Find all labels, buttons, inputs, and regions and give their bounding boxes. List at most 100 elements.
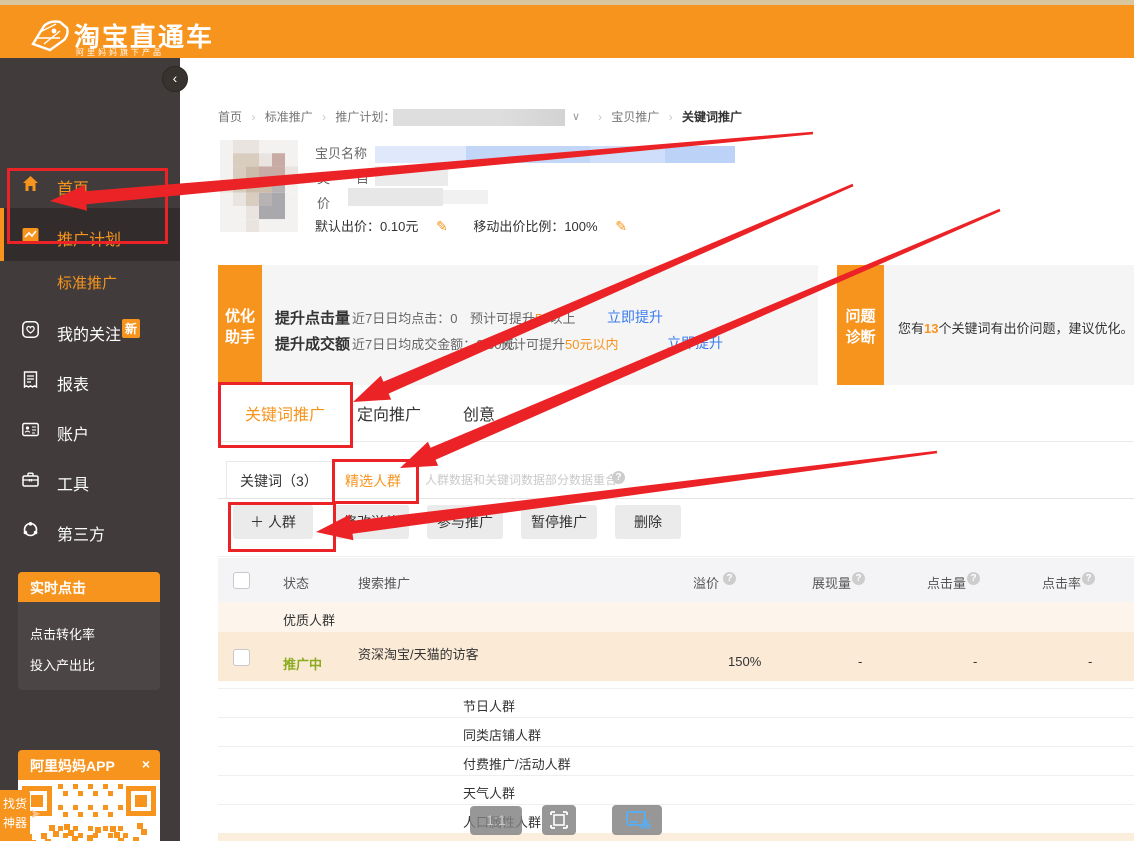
group-name: 付费推广/活动人群 xyxy=(463,754,571,773)
censored-product-name xyxy=(375,146,466,163)
select-all-checkbox[interactable] xyxy=(233,572,250,589)
group-row[interactable]: 同类店铺人群 xyxy=(218,717,1134,747)
col-status[interactable]: 状态 xyxy=(283,573,309,592)
app-panel-title: 阿里妈妈APP xyxy=(30,758,115,774)
sidebar-subitem-label: 标准推广 xyxy=(57,272,117,293)
product-name-label: 宝贝名称 xyxy=(315,143,367,162)
alimama-app-panel: 阿里妈妈APP × xyxy=(18,750,160,841)
diagnose-tab-line2: 诊断 xyxy=(837,326,884,347)
optimize-tab-line1: 优化 xyxy=(218,305,262,326)
group-name: 天气人群 xyxy=(463,783,515,802)
tab-creative[interactable]: 创意 xyxy=(463,401,495,425)
breadcrumb-separator-icon: › xyxy=(669,110,673,124)
breadcrumb-separator-icon: › xyxy=(251,110,255,124)
row-checkbox[interactable] xyxy=(233,649,250,666)
status-badge: 推广中 xyxy=(283,654,322,673)
goods-finder-tag[interactable]: 找货 神器 xyxy=(0,790,30,841)
sidebar-item-tools[interactable]: 工具 xyxy=(0,457,180,503)
censored-product-name xyxy=(466,146,590,163)
optimize-row1-desc: 近7日日均点击：0 xyxy=(352,308,457,327)
sidebar-item-thirdparty[interactable]: 第三方 xyxy=(0,507,180,553)
help-icon[interactable]: ? xyxy=(852,572,865,585)
help-icon[interactable]: ? xyxy=(612,471,625,484)
goods-finder-line2: 神器 xyxy=(0,814,30,833)
group-row-premium-audience: 优质人群 xyxy=(218,602,1134,632)
taobao-zhitongche-app: 淘宝直通车 阿里妈妈旗下产品 首页 推广计划 标准推广 我的关注 新 报表 xyxy=(0,0,1134,841)
optimize-row2-predict: 预计可提升50元以内 xyxy=(500,334,618,353)
delete-button[interactable]: 删除 xyxy=(615,505,681,539)
realtime-item-ctr[interactable]: 点击转化率 xyxy=(30,624,148,643)
capture-ratio-button[interactable]: 1:1 xyxy=(470,806,522,835)
sidebar-item-reports[interactable]: 报表 xyxy=(0,357,180,403)
capture-snip-button[interactable] xyxy=(612,805,662,835)
edit-bid-icon[interactable]: ✎ xyxy=(436,218,448,234)
close-icon[interactable]: × xyxy=(142,756,150,772)
product-category-label: 类 目 xyxy=(317,168,369,187)
sidebar-item-label: 账户 xyxy=(57,421,89,445)
optimize-row1-predict: 预计可提升50以上 xyxy=(470,308,576,327)
group-name: 节日人群 xyxy=(463,696,515,715)
group-row[interactable]: 天气人群 xyxy=(218,775,1134,805)
realtime-item-roi[interactable]: 投入产出比 xyxy=(30,655,148,674)
bid-row: 默认出价：0.10元 ✎ 移动出价比例：100% ✎ xyxy=(315,216,627,235)
tab-targeted-promo[interactable]: 定向推广 xyxy=(357,401,421,425)
edit-premium-button[interactable]: 修改溢价 xyxy=(333,505,409,539)
sidebar-collapse-button[interactable]: ‹ xyxy=(162,66,188,92)
tools-icon xyxy=(22,471,39,488)
optimize-row2-action-link[interactable]: 立即提升 xyxy=(667,333,723,353)
subtab-keywords[interactable]: 关键词（3） xyxy=(240,471,318,491)
col-search-promo[interactable]: 搜索推广 xyxy=(358,573,410,592)
optimize-row1-action-link[interactable]: 立即提升 xyxy=(607,307,663,327)
capture-fullscreen-button[interactable] xyxy=(542,805,576,835)
sidebar-item-standard-promo[interactable]: 标准推广 xyxy=(0,258,180,304)
table-header-row xyxy=(218,558,1134,602)
train-logo-icon xyxy=(30,18,70,54)
chevron-down-icon[interactable]: ∨ xyxy=(572,110,580,123)
breadcrumb-baobei[interactable]: 宝贝推广 xyxy=(611,110,659,124)
pause-promo-button[interactable]: 暂停推广 xyxy=(521,505,597,539)
premium-value: 150% xyxy=(728,654,761,669)
heart-icon xyxy=(22,321,39,338)
optimize-assistant-tab: 优化 助手 xyxy=(218,265,262,385)
help-icon[interactable]: ? xyxy=(723,572,736,585)
fullscreen-icon xyxy=(542,805,576,835)
thirdparty-icon xyxy=(22,521,39,538)
sidebar-item-label: 我的关注 xyxy=(57,321,121,345)
edit-ratio-icon[interactable]: ✎ xyxy=(615,218,627,234)
col-impressions[interactable]: 展现量 xyxy=(812,573,851,592)
annotation-box-sidebar xyxy=(7,168,168,244)
group-row[interactable]: 节日人群 xyxy=(218,688,1134,718)
group-name: 同类店铺人群 xyxy=(463,725,541,744)
group-row[interactable]: 付费推广/活动人群 xyxy=(218,746,1134,776)
group-name: 优质人群 xyxy=(283,610,335,629)
censored-product-name xyxy=(665,146,735,163)
annotation-box-add-button xyxy=(228,502,336,552)
breadcrumb-standard[interactable]: 标准推广 xyxy=(265,110,313,124)
optimize-tab-line2: 助手 xyxy=(218,326,262,347)
ctr-value: - xyxy=(1088,654,1092,669)
censored-plan-name xyxy=(393,109,565,126)
breadcrumb-plan-label[interactable]: 推广计划： xyxy=(335,110,395,124)
sidebar-item-label: 第三方 xyxy=(57,521,105,545)
optimize-row1-title: 提升点击量 xyxy=(275,307,350,328)
diagnose-message: 您有13个关键词有出价问题，建议优化。 立即 xyxy=(898,318,1134,337)
help-icon[interactable]: ? xyxy=(1082,572,1095,585)
account-icon xyxy=(22,421,39,438)
diagnose-tab: 问题 诊断 xyxy=(837,265,884,385)
mobile-ratio-value: 100% xyxy=(564,219,597,234)
breadcrumb-home[interactable]: 首页 xyxy=(218,110,242,124)
sidebar-item-account[interactable]: 账户 xyxy=(0,407,180,453)
annotation-box-keyword-tab xyxy=(218,382,353,448)
audience-name[interactable]: 资深淘宝/天猫的访客 xyxy=(358,644,479,663)
sidebar-item-follows[interactable]: 我的关注 新 xyxy=(0,307,180,353)
help-icon[interactable]: ? xyxy=(967,572,980,585)
col-clicks[interactable]: 点击量 xyxy=(927,573,966,592)
group-row[interactable]: 人口属性人群 xyxy=(218,804,1134,834)
col-ctr[interactable]: 点击率 xyxy=(1042,573,1081,592)
censored-category xyxy=(375,166,448,186)
breadcrumb-keyword-current: 关键词推广 xyxy=(682,110,742,124)
join-promo-button[interactable]: 参与推广 xyxy=(427,505,503,539)
breadcrumb-separator-icon: › xyxy=(598,110,602,124)
col-premium[interactable]: 溢价 xyxy=(693,573,719,592)
realtime-click-panel: 实时点击 点击转化率 投入产出比 xyxy=(18,572,160,690)
